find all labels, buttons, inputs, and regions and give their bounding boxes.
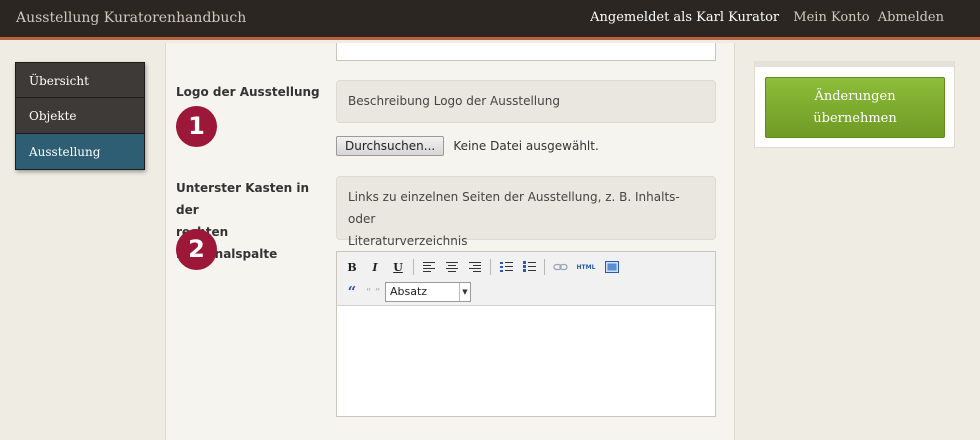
blockquote-button[interactable]: “ [343,283,361,301]
align-left-button[interactable] [420,258,438,276]
link-icon [552,263,568,271]
user-area: Angemeldet als Karl Kurator Mein Konto A… [590,10,944,25]
numbered-list-button[interactable] [520,258,538,276]
fullscreen-icon [605,261,619,273]
save-changes-button[interactable]: Änderungen übernehmen [765,77,945,138]
save-panel: Änderungen übernehmen [754,61,955,148]
italic-button[interactable]: I [366,258,384,276]
logout-link[interactable]: Abmelden [878,10,944,25]
align-center-button[interactable] [443,258,461,276]
logo-file-input: Durchsuchen... Keine Datei ausgewählt. [336,135,599,156]
save-button-line2: übernehmen [813,111,897,126]
rich-text-editor: B I U HTML “ “ ” Absatz ▼ [336,251,716,417]
step-badge-2: 2 [176,229,217,270]
align-right-icon [469,262,481,272]
html-source-button[interactable]: HTML [574,258,598,276]
editor-toolbar: B I U HTML “ “ ” Absatz ▼ [337,252,715,306]
sidebar-item-overview[interactable]: Übersicht [15,62,145,98]
toolbar-separator [490,259,491,275]
app-title[interactable]: Ausstellung Kuratorenhandbuch [16,10,246,26]
format-select[interactable]: Absatz ▼ [385,282,471,302]
bullet-list-button[interactable] [497,258,515,276]
toolbar-separator [413,259,414,275]
step-badge-1: 1 [176,106,217,147]
top-bar: Ausstellung Kuratorenhandbuch Angemeldet… [0,0,980,40]
main-form: Logo der Ausstellung 1 Beschreibung Logo… [165,43,735,440]
toolbar-row-1: B I U HTML [343,258,626,276]
align-right-button[interactable] [466,258,484,276]
format-select-value: Absatz [390,285,428,298]
numbered-list-icon [522,261,536,273]
sidebar-item-exhibition[interactable]: Ausstellung [15,134,145,170]
align-center-icon [446,262,458,272]
sidebar-box-help-line1: Links zu einzelnen Seiten der Ausstellun… [348,190,680,226]
file-status: Keine Datei ausgewählt. [453,138,599,153]
underline-button[interactable]: U [389,258,407,276]
sidebar-box-help-text: Links zu einzelnen Seiten der Ausstellun… [336,176,716,248]
toolbar-row-2: “ “ ” Absatz ▼ [343,282,471,302]
bold-button[interactable]: B [343,258,361,276]
previous-text-field[interactable] [336,43,716,61]
logged-in-user: Angemeldet als Karl Kurator [590,10,780,25]
sidebar-item-objects[interactable]: Objekte [15,98,145,134]
sidebar-box-label-line1: Unterster Kasten in der [176,181,309,217]
browse-button[interactable]: Durchsuchen... [336,135,445,156]
toolbar-separator [544,259,545,275]
logo-field-label: Logo der Ausstellung [176,85,320,99]
sidebar-box-help-line2: Literaturverzeichnis [348,234,468,248]
link-button[interactable] [551,258,569,276]
sidebar-nav: Übersicht Objekte Ausstellung [15,62,145,170]
save-button-line1: Änderungen [814,89,896,104]
chevron-down-icon: ▼ [459,283,470,301]
bullet-list-icon [499,261,513,273]
align-left-icon [423,262,435,272]
my-account-link[interactable]: Mein Konto [793,10,869,25]
unquote-button[interactable]: “ ” [364,283,382,301]
logo-help-text: Beschreibung Logo der Ausstellung [336,80,716,123]
fullscreen-button[interactable] [603,258,621,276]
editor-content-area[interactable] [337,306,715,416]
